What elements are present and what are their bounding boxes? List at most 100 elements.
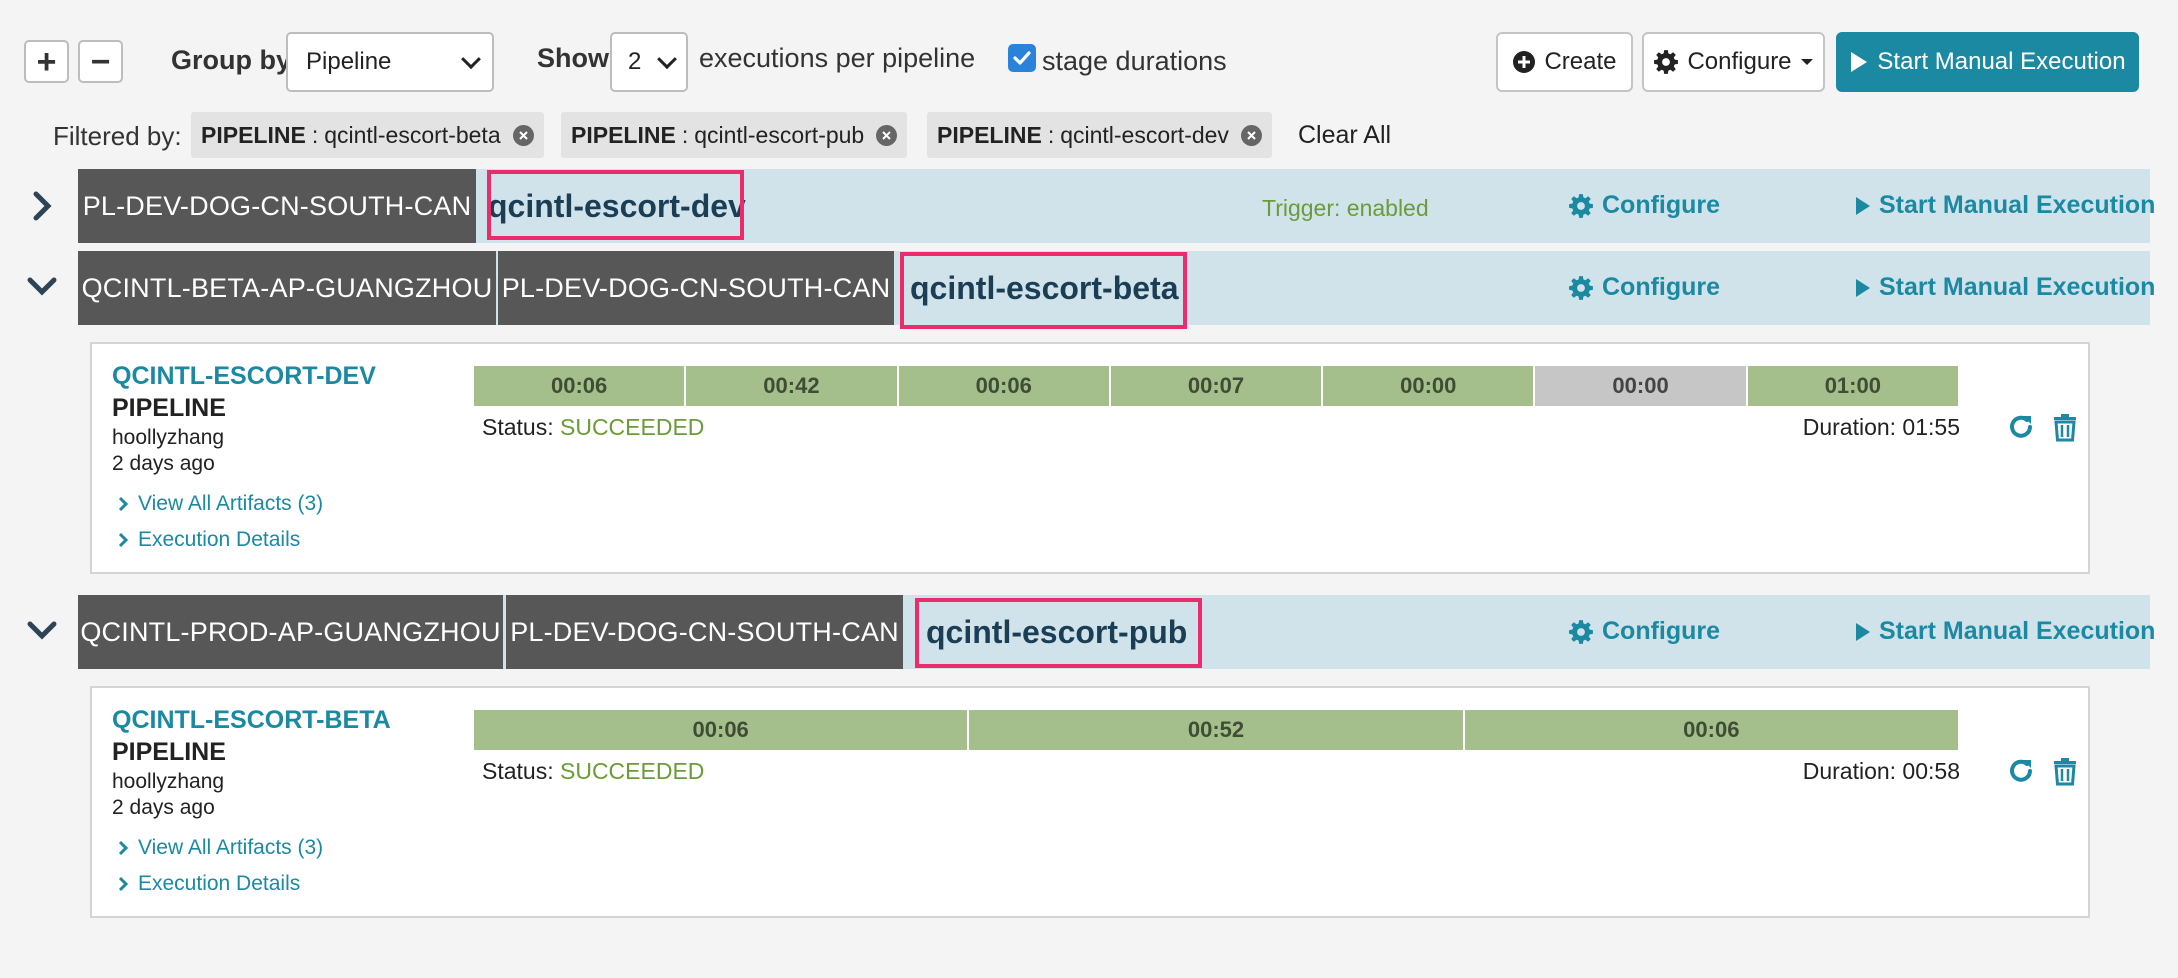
group-by-value: Pipeline — [306, 48, 392, 75]
status-label: Status: — [482, 414, 554, 440]
collapse-group-toggle[interactable] — [22, 266, 62, 306]
filter-chip: PIPELINE: qcintl-escort-dev — [927, 112, 1272, 158]
highlight-box — [487, 170, 744, 240]
execution-user: hoollyzhang — [112, 426, 225, 449]
gear-icon — [1654, 50, 1679, 74]
show-label: Show — [537, 43, 609, 73]
pipeline-configure-link[interactable]: Configure — [1568, 273, 1720, 302]
stage-durations-label: stage durations — [1042, 46, 1227, 76]
executions-per-pipeline-label: executions per pipeline — [699, 43, 976, 73]
pipeline-tag: PL-DEV-DOG-CN-SOUTH-CAN — [78, 169, 476, 243]
play-icon — [1856, 622, 1870, 641]
stage-duration-bar: 00:06 00:52 00:06 — [474, 710, 1958, 750]
pipeline-tag: PL-DEV-DOG-CN-SOUTH-CAN — [506, 595, 903, 669]
expand-all-button[interactable]: + — [24, 40, 69, 83]
start-manual-execution-button[interactable]: Start Manual Execution — [1836, 32, 2139, 92]
gear-icon — [1569, 193, 1593, 218]
executions-count-value: 2 — [628, 48, 642, 75]
highlight-box — [915, 598, 1202, 668]
execution-time: 2 days ago — [112, 796, 215, 819]
trash-icon[interactable] — [2048, 410, 2082, 444]
stage-segment[interactable]: 00:06 — [474, 366, 685, 406]
stage-segment[interactable]: 00:00 — [1323, 366, 1534, 406]
chevron-down-icon — [27, 621, 57, 640]
pipeline-start-manual-execution-link[interactable]: Start Manual Execution — [1855, 273, 2155, 302]
stage-segment[interactable]: 00:06 — [1464, 710, 1958, 750]
stage-duration-bar: 00:06 00:42 00:06 00:07 00:00 00:00 01:0… — [474, 366, 1958, 406]
filter-chip-value: qcintl-escort-dev — [1060, 121, 1229, 148]
view-artifacts-label: View All Artifacts (3) — [138, 836, 324, 859]
configure-menu-button[interactable]: Configure — [1642, 32, 1825, 92]
filter-chip: PIPELINE: qcintl-escort-beta — [191, 112, 544, 158]
create-button[interactable]: Create — [1496, 32, 1633, 92]
execution-details-link[interactable]: Execution Details — [118, 872, 300, 896]
pipeline-start-manual-execution-link[interactable]: Start Manual Execution — [1855, 191, 2155, 220]
stage-segment[interactable]: 00:06 — [474, 710, 968, 750]
play-icon — [1856, 278, 1870, 297]
filter-chip: PIPELINE: qcintl-escort-pub — [561, 112, 908, 158]
plus-circle-icon — [1513, 51, 1536, 73]
pipeline-configure-link[interactable]: Configure — [1568, 191, 1720, 220]
execution-title[interactable]: QCINTL-ESCORT-BETA — [112, 706, 391, 735]
view-artifacts-link[interactable]: View All Artifacts (3) — [118, 492, 323, 516]
group-by-label: Group by — [171, 45, 291, 75]
remove-filter-icon[interactable] — [876, 124, 898, 146]
filter-chip-value: qcintl-escort-beta — [324, 121, 501, 148]
remove-filter-icon[interactable] — [1240, 124, 1262, 146]
toolbar: + − Group by Pipeline Show 2 executions … — [0, 0, 2178, 110]
collapse-group-toggle[interactable] — [22, 610, 62, 650]
collapse-all-button[interactable]: − — [78, 40, 123, 83]
stage-segment[interactable]: 00:42 — [686, 366, 897, 406]
execution-details-link[interactable]: Execution Details — [118, 528, 300, 552]
stage-segment[interactable]: 00:52 — [969, 710, 1463, 750]
stage-segment[interactable]: 00:06 — [898, 366, 1109, 406]
stage-segment[interactable]: 00:00 — [1535, 366, 1746, 406]
pipeline-tag: QCINTL-BETA-AP-GUANGZHOU — [78, 251, 496, 325]
rerun-icon[interactable] — [2004, 410, 2038, 444]
highlight-box — [900, 252, 1187, 329]
create-button-label: Create — [1544, 48, 1617, 75]
execution-duration: Duration: 01:55 — [1802, 414, 1960, 440]
configure-label: Configure — [1602, 617, 1721, 645]
stage-segment[interactable]: 01:00 — [1747, 366, 1958, 406]
expand-group-toggle[interactable] — [22, 186, 62, 226]
play-icon — [1856, 196, 1870, 215]
stage-segment[interactable]: 00:07 — [1110, 366, 1322, 406]
trash-icon[interactable] — [2048, 754, 2082, 788]
play-icon — [1851, 52, 1868, 72]
execution-title[interactable]: QCINTL-ESCORT-DEV — [112, 362, 376, 391]
start-manual-execution-label: Start Manual Execution — [1879, 617, 2156, 645]
chevron-down-icon — [657, 49, 677, 70]
pipeline-tag: PL-DEV-DOG-CN-SOUTH-CAN — [498, 251, 894, 325]
filtered-by-label: Filtered by: — [53, 121, 182, 151]
execution-details-label: Execution Details — [138, 528, 301, 551]
chevron-right-icon — [118, 532, 128, 548]
executions-count-select[interactable]: 2 — [610, 32, 688, 92]
filter-chip-key: PIPELINE — [571, 121, 676, 148]
filter-chip-key: PIPELINE — [201, 121, 306, 148]
execution-status: Status: SUCCEEDED — [482, 758, 704, 785]
status-value: SUCCEEDED — [560, 414, 705, 440]
execution-details-label: Execution Details — [138, 872, 301, 895]
chevron-right-icon — [118, 876, 128, 892]
execution-time: 2 days ago — [112, 452, 215, 475]
filter-chip-value: qcintl-escort-pub — [694, 121, 865, 148]
start-manual-execution-label: Start Manual Execution — [1879, 191, 2156, 219]
execution-status: Status: SUCCEEDED — [482, 414, 704, 441]
gear-icon — [1569, 619, 1593, 644]
rerun-icon[interactable] — [2004, 754, 2038, 788]
remove-filter-icon[interactable] — [512, 124, 534, 146]
gear-icon — [1569, 275, 1593, 300]
stage-durations-checkbox[interactable] — [1008, 44, 1036, 72]
chevron-right-icon — [118, 496, 128, 512]
view-artifacts-link[interactable]: View All Artifacts (3) — [118, 836, 323, 860]
view-artifacts-label: View All Artifacts (3) — [138, 492, 324, 515]
group-by-select[interactable]: Pipeline — [286, 32, 494, 92]
pipeline-group-header: PL-DEV-DOG-CN-SOUTH-CAN qcintl-escort-de… — [78, 169, 2155, 243]
chevron-right-icon — [33, 191, 52, 221]
pipeline-start-manual-execution-link[interactable]: Start Manual Execution — [1855, 617, 2155, 646]
filter-chip-key: PIPELINE — [937, 121, 1042, 148]
execution-card: QCINTL-ESCORT-DEV PIPELINE hoollyzhang 2… — [90, 342, 2090, 574]
clear-all-filters-link[interactable]: Clear All — [1298, 121, 1391, 150]
pipeline-configure-link[interactable]: Configure — [1568, 617, 1720, 646]
